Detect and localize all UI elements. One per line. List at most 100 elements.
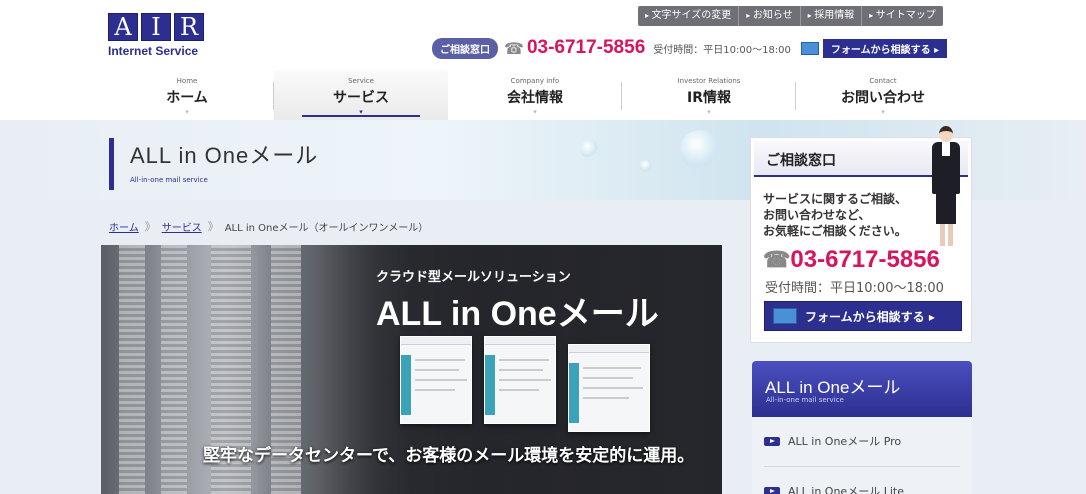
consult-box-heading: ご相談窓口 <box>766 153 836 169</box>
header-form-button[interactable]: フォームから相談する ▸ <box>800 38 948 58</box>
nav-ir-label: IR情報 <box>687 90 731 106</box>
header-hours: 受付時間：平日10:00～18:00 <box>653 44 791 56</box>
thumbnail-toolbar <box>485 337 555 345</box>
thumbnail-sidebar <box>569 363 579 423</box>
nav-service[interactable]: Service サービス ▾ <box>274 70 448 120</box>
product-menu-item-lite[interactable]: ALL in Oneメール Lite <box>764 483 960 494</box>
nav-company-en: Company info <box>510 77 560 85</box>
product-menu-item-pro[interactable]: ALL in Oneメール Pro <box>764 433 960 449</box>
nav-contact[interactable]: Contact お問い合わせ ▾ <box>796 70 970 120</box>
recruit-link[interactable]: 採用情報 <box>801 6 863 26</box>
arrow-right-icon <box>764 436 780 446</box>
staff-shirt <box>942 142 950 156</box>
consult-form-button[interactable]: フォームから相談する ▸ <box>764 301 962 331</box>
consult-line: サービスに関するご相談、 <box>763 192 908 206</box>
sitemap-link[interactable]: サイトマップ <box>862 6 943 26</box>
breadcrumb-current: ALL in Oneメール（オールインワンメール） <box>224 222 429 234</box>
chevron-down-icon: ▾ <box>881 108 885 116</box>
staff-head <box>939 126 953 142</box>
chevron-down-icon: ▾ <box>185 108 189 116</box>
thumbnail-line <box>583 387 643 389</box>
logo-subtitle: Internet Service <box>108 44 199 58</box>
breadcrumb-separator-icon: 》 <box>144 220 156 233</box>
hero-caption: 堅牢なデータセンターで、お客様のメール環境を安定的に運用。 <box>203 446 695 466</box>
nav-ir[interactable]: Investor Relations IR情報 ▾ <box>622 70 796 120</box>
chevron-down-icon: ▾ <box>359 108 363 116</box>
thumbnail-sidebar <box>485 355 495 415</box>
thumbnail-line <box>499 359 549 361</box>
header-phone-number: 03-6717-5856 <box>526 37 646 58</box>
nav-service-label: サービス <box>333 90 389 106</box>
staff-skirt <box>936 194 956 224</box>
nav-ir-en: Investor Relations <box>677 77 741 85</box>
monitor-icon <box>800 41 819 55</box>
logo-letter-i: I <box>141 13 171 41</box>
phone-icon: ☎ <box>504 38 524 58</box>
hero-title: ALL in Oneメール <box>376 295 659 333</box>
thumbnail-line <box>415 369 459 371</box>
product-menu-subtitle: All-in-one mail service <box>766 396 844 404</box>
thumbnail-line <box>583 367 641 369</box>
thumbnail-line <box>499 379 551 381</box>
site-logo[interactable]: A I R Internet Service <box>108 13 208 63</box>
consult-line: お問い合わせなど、 <box>763 208 871 222</box>
screenshot-thumbnail <box>400 336 472 424</box>
divider <box>764 466 960 467</box>
product-item-label: ALL in Oneメール Lite <box>788 485 904 494</box>
utility-nav: 文字サイズの変更 お知らせ 採用情報 サイトマップ <box>638 6 943 26</box>
breadcrumb: ホーム 》 サービス 》 ALL in Oneメール（オールインワンメール） <box>109 218 428 234</box>
news-link[interactable]: お知らせ <box>739 6 801 26</box>
nav-contact-en: Contact <box>869 77 897 85</box>
logo-letter-a: A <box>108 13 138 41</box>
decorative-bubble <box>640 160 652 172</box>
page-title: ALL in Oneメール All-in-one mail service <box>109 138 318 190</box>
consult-box-text: サービスに関するご相談、 お問い合わせなど、 お気軽にご相談ください。 <box>763 191 907 239</box>
screenshot-thumbnail <box>568 344 650 432</box>
chevron-down-icon: ▾ <box>707 108 711 116</box>
nav-service-en: Service <box>348 77 374 85</box>
product-menu-header: ALL in Oneメール All-in-one mail service <box>752 361 972 417</box>
logo-letter-r: R <box>174 13 204 41</box>
chevron-down-icon: ▾ <box>533 108 537 116</box>
product-menu-title: ALL in Oneメール <box>765 378 901 397</box>
hero-category: クラウド型メールソリューション <box>376 270 571 285</box>
nav-home[interactable]: Home ホーム ▾ <box>100 70 274 120</box>
thumbnail-line <box>583 397 629 399</box>
nav-home-en: Home <box>176 77 198 85</box>
thumbnail-sidebar <box>401 355 411 415</box>
decorative-bubble <box>580 140 598 158</box>
font-size-link[interactable]: 文字サイズの変更 <box>638 6 740 26</box>
thumbnail-line <box>583 377 633 379</box>
consult-form-button-label: フォームから相談する ▸ <box>805 309 935 324</box>
staff-illustration <box>928 126 964 248</box>
thumbnail-line <box>415 389 455 391</box>
consult-phone-number: 03-6717-5856 <box>790 246 940 273</box>
nav-company-label: 会社情報 <box>507 90 563 106</box>
decorative-bubble <box>680 130 720 170</box>
consult-badge: ご相談窓口 <box>432 37 498 59</box>
site-header: A I R Internet Service 文字サイズの変更 お知らせ 採用情… <box>0 0 1086 120</box>
nav-contact-label: お問い合わせ <box>841 90 925 106</box>
thumbnail-line <box>499 369 543 371</box>
breadcrumb-service[interactable]: サービス <box>162 219 202 234</box>
consult-phone: ☎03-6717-5856 <box>763 246 940 274</box>
breadcrumb-separator-icon: 》 <box>207 220 219 233</box>
consult-hours: 受付時間：平日10:00～18:00 <box>765 281 944 296</box>
thumbnail-line <box>415 379 467 381</box>
nav-home-label: ホーム <box>166 90 208 106</box>
phone-icon: ☎ <box>763 247 791 272</box>
page-subtitle: All-in-one mail service <box>130 176 208 184</box>
nav-company[interactable]: Company info 会社情報 ▾ <box>448 70 622 120</box>
product-item-label: ALL in Oneメール Pro <box>788 435 902 448</box>
consult-line: お気軽にご相談ください。 <box>763 224 907 238</box>
monitor-icon <box>773 308 797 324</box>
thumbnail-toolbar <box>401 337 471 345</box>
breadcrumb-home[interactable]: ホーム <box>109 219 139 234</box>
staff-leg <box>948 224 953 246</box>
global-nav: Home ホーム ▾ Service サービス ▾ Company info 会… <box>100 70 974 120</box>
header-contact: ご相談窓口 ☎ 03-6717-5856 受付時間：平日10:00～18:00 … <box>432 36 948 60</box>
page-title-text: ALL in Oneメール <box>130 143 319 168</box>
header-form-button-label: フォームから相談する ▸ <box>822 38 948 58</box>
thumbnail-line <box>499 389 539 391</box>
staff-leg <box>940 224 945 246</box>
